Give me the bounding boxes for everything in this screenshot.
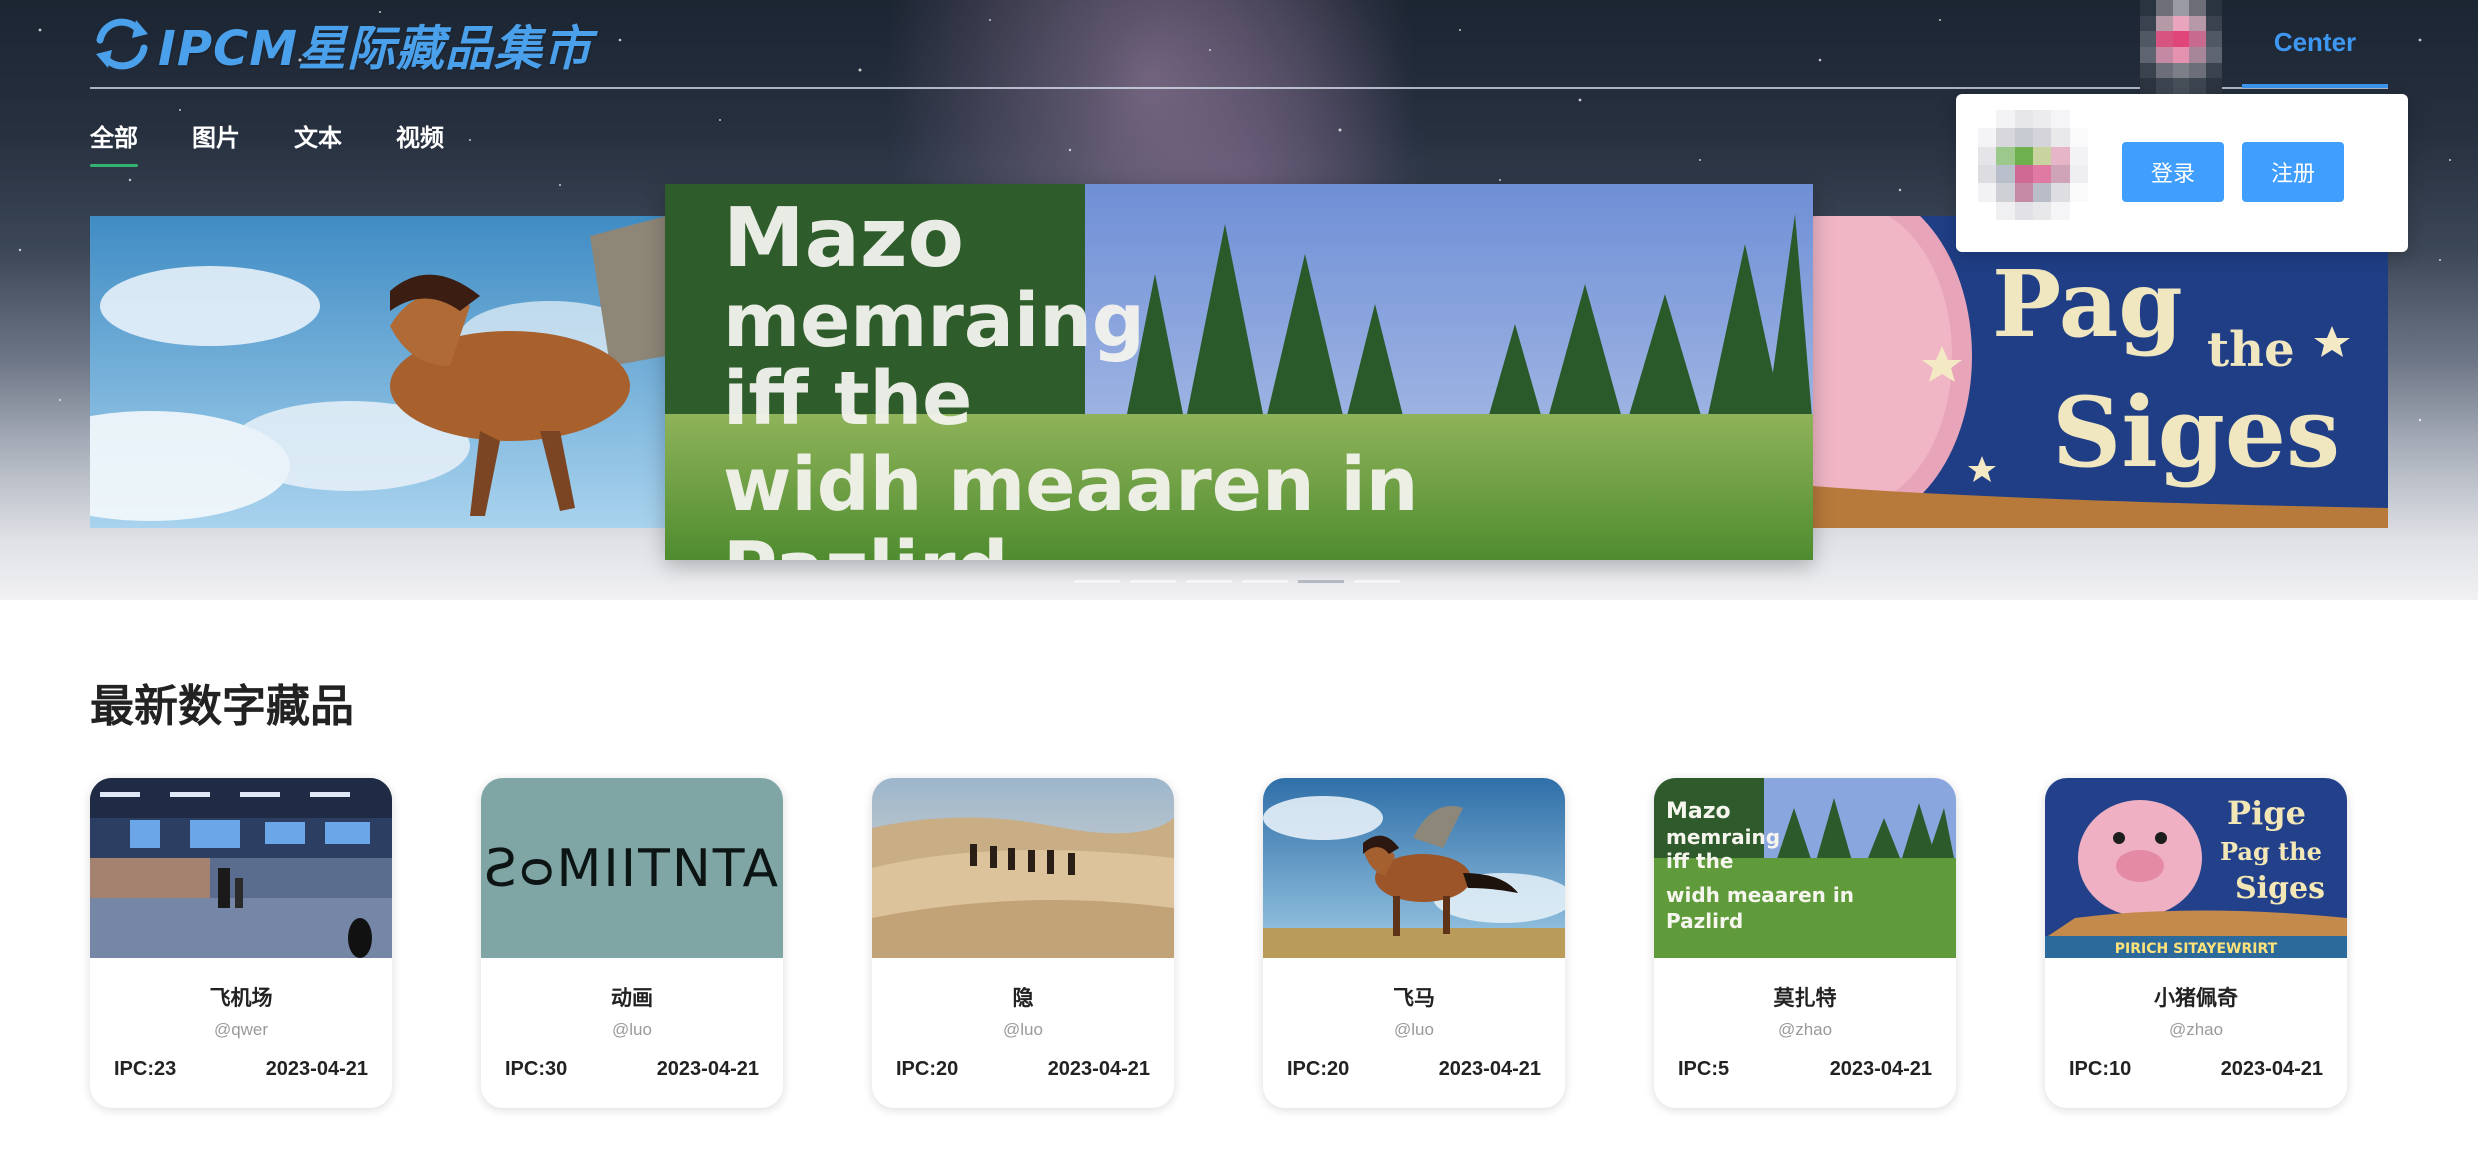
card-image-text-5: Pazlird [1666, 909, 1743, 933]
card-image [872, 778, 1174, 958]
card-title: 飞马 [1393, 987, 1435, 1010]
user-avatar[interactable] [2140, 0, 2222, 94]
card-title: 隐 [1012, 987, 1034, 1010]
tab-all[interactable]: 全部 [90, 118, 138, 167]
card-date: 2023-04-21 [1047, 1058, 1150, 1080]
card-date: 2023-04-21 [2220, 1058, 2323, 1080]
card-ipc: IPC:10 [2069, 1058, 2132, 1080]
card-footer: IPC:20 2023-04-21 [872, 1058, 1174, 1081]
site-logo[interactable]: IPCM星际藏品集市 [90, 14, 592, 77]
card-author[interactable]: @zhao [2045, 1020, 2347, 1040]
card-image-text-4: widh meaaren in [1666, 883, 1854, 907]
card-author[interactable]: @luo [872, 1020, 1174, 1040]
card-image-text-2: Pag the [2220, 837, 2322, 866]
card-ipc: IPC:30 [505, 1058, 568, 1080]
carousel-slide-active[interactable]: Mazo memraing iff the widh meaaren in Pa… [665, 184, 1813, 560]
refresh-cycle-icon [96, 18, 148, 70]
carousel-dot[interactable] [1130, 580, 1176, 583]
hero-banner: IPCM星际藏品集市 Center 全部 图片 文本 视频 Pag the Si… [0, 0, 2478, 600]
card-footer: IPC:23 2023-04-21 [90, 1058, 392, 1081]
carousel-slide-prev[interactable] [90, 216, 666, 528]
collectible-card[interactable]: 飞马 @luo IPC:20 2023-04-21 [1263, 778, 1565, 1108]
collectible-card[interactable]: 飞机场 @qwer IPC:23 2023-04-21 [90, 778, 392, 1108]
tab-images[interactable]: 图片 [192, 118, 240, 167]
pig-book-image: Pag the Siges [1812, 216, 2388, 528]
meadow-image: Mazo memraing iff the widh meaaren in Pa… [665, 184, 1813, 560]
card-footer: IPC:5 2023-04-21 [1654, 1058, 1956, 1081]
card-image [90, 778, 392, 958]
card-title: 小猪佩奇 [2154, 987, 2238, 1010]
card-image-text-3: Siges [2235, 871, 2325, 906]
card-image: Pige Pag the Siges PIRICH SITAYEWRIRT [2045, 778, 2347, 958]
card-image-text-1: Pige [2227, 794, 2306, 832]
category-tabs: 全部 图片 文本 视频 [90, 118, 444, 167]
card-author[interactable]: @zhao [1654, 1020, 1956, 1040]
card-footer: IPC:30 2023-04-21 [481, 1058, 783, 1081]
card-title: 莫扎特 [1773, 987, 1837, 1010]
collectible-card[interactable]: 隐 @luo IPC:20 2023-04-21 [872, 778, 1174, 1108]
meadow-text-line-2: memraing [723, 278, 1145, 364]
card-date: 2023-04-21 [1829, 1058, 1932, 1080]
card-image-text-3: iff the [1666, 849, 1733, 873]
card-image [1263, 778, 1565, 958]
login-button[interactable]: 登录 [2122, 142, 2224, 202]
tab-video[interactable]: 视频 [396, 118, 444, 167]
card-date: 2023-04-21 [265, 1058, 368, 1080]
card-image-text-1: Mazo [1666, 799, 1731, 824]
card-image-text-2: memraing [1666, 825, 1780, 849]
carousel-dot[interactable] [1242, 580, 1288, 583]
card-title: 动画 [611, 987, 653, 1010]
pig-book-title-2: the [2207, 322, 2295, 378]
carousel-slide-next[interactable]: Pag the Siges [1812, 216, 2388, 528]
card-footer: IPC:10 2023-04-21 [2045, 1058, 2347, 1081]
section-title: 最新数字藏品 [90, 682, 354, 731]
pig-book-title-3: Siges [2052, 376, 2340, 489]
card-image-text: ƧᴑMIITNTA [484, 839, 780, 899]
card-date: 2023-04-21 [1438, 1058, 1541, 1080]
collectible-card[interactable]: Pige Pag the Siges PIRICH SITAYEWRIRT 小猪… [2045, 778, 2347, 1108]
carousel-dot[interactable] [1186, 580, 1232, 583]
card-ipc: IPC:20 [896, 1058, 959, 1080]
carousel-indicators [1074, 580, 1400, 583]
card-author[interactable]: @luo [481, 1020, 783, 1040]
collectible-card[interactable]: Mazo memraing iff the widh meaaren in Pa… [1654, 778, 1956, 1108]
card-author[interactable]: @qwer [90, 1020, 392, 1040]
card-author[interactable]: @luo [1263, 1020, 1565, 1040]
user-popover: 登录 注册 [1956, 94, 2408, 252]
meadow-text-line-3: iff the [723, 356, 972, 442]
meadow-text-line-4: widh meaaren in [723, 442, 1418, 528]
card-date: 2023-04-21 [656, 1058, 759, 1080]
card-title: 飞机场 [209, 987, 273, 1010]
carousel-dot[interactable] [1354, 580, 1400, 583]
card-image: ƧᴑMIITNTA [481, 778, 783, 958]
card-ipc: IPC:23 [114, 1058, 177, 1080]
carousel-dot[interactable] [1074, 580, 1120, 583]
collectible-card[interactable]: ƧᴑMIITNTA 动画 @luo IPC:30 2023-04-21 [481, 778, 783, 1108]
pegasus-image [90, 216, 666, 528]
card-ipc: IPC:5 [1678, 1058, 1730, 1080]
header-divider [90, 87, 2388, 89]
card-image: Mazo memraing iff the widh meaaren in Pa… [1654, 778, 1956, 958]
center-nav-tab[interactable]: Center [2242, 0, 2388, 88]
tab-text[interactable]: 文本 [294, 118, 342, 167]
meadow-text-line-1: Mazo [723, 191, 964, 286]
carousel-dot-active[interactable] [1298, 580, 1344, 583]
meadow-text-line-5: Pazlird [723, 526, 1008, 560]
card-ipc: IPC:20 [1287, 1058, 1350, 1080]
popover-avatar [1978, 110, 2088, 220]
logo-text: IPCM星际藏品集市 [158, 21, 593, 77]
pig-book-title-1: Pag [1992, 250, 2183, 358]
register-button[interactable]: 注册 [2242, 142, 2344, 202]
card-image-text-4: PIRICH SITAYEWRIRT [2115, 941, 2278, 957]
card-footer: IPC:20 2023-04-21 [1263, 1058, 1565, 1081]
